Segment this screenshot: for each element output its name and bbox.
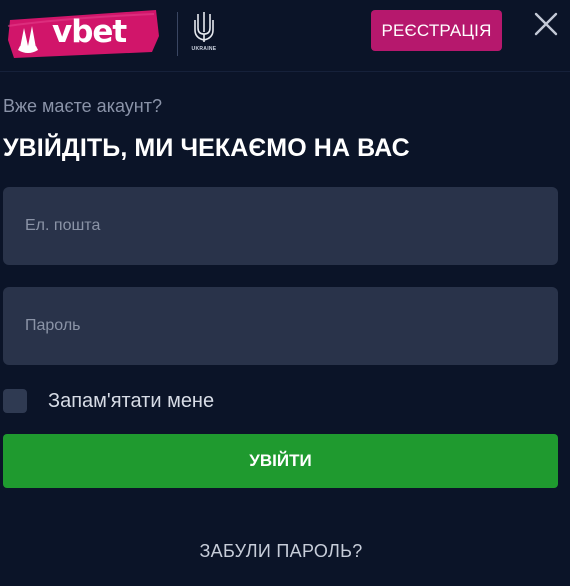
logo-text: vbet (52, 14, 127, 50)
forgot-password-link[interactable]: ЗАБУЛИ ПАРОЛЬ? (0, 541, 562, 562)
close-icon (534, 12, 558, 36)
remember-me-label[interactable]: Запам'ятати мене (48, 390, 214, 413)
register-button[interactable]: РЕЄСТРАЦІЯ (371, 10, 502, 51)
vbet-logo[interactable]: vbet (6, 6, 161, 58)
remember-me-row[interactable]: Запам'ятати мене (3, 388, 214, 414)
close-button[interactable] (532, 10, 560, 38)
login-subtitle: Вже маєте акаунт? (3, 96, 162, 116)
email-field[interactable] (3, 187, 558, 265)
trident-icon (194, 12, 214, 42)
password-field[interactable] (3, 287, 558, 365)
header-divider (177, 12, 178, 56)
ukraine-emblem: UKRAINE (190, 10, 218, 56)
header: vbet UKRAINE РЕЄСТРАЦІЯ (0, 0, 570, 72)
login-title: УВІЙДІТЬ, МИ ЧЕКАЄМО НА ВАС (3, 134, 410, 162)
remember-me-checkbox[interactable] (3, 389, 27, 413)
emblem-caption: UKRAINE (191, 46, 217, 52)
login-button[interactable]: УВІЙТИ (3, 434, 558, 488)
